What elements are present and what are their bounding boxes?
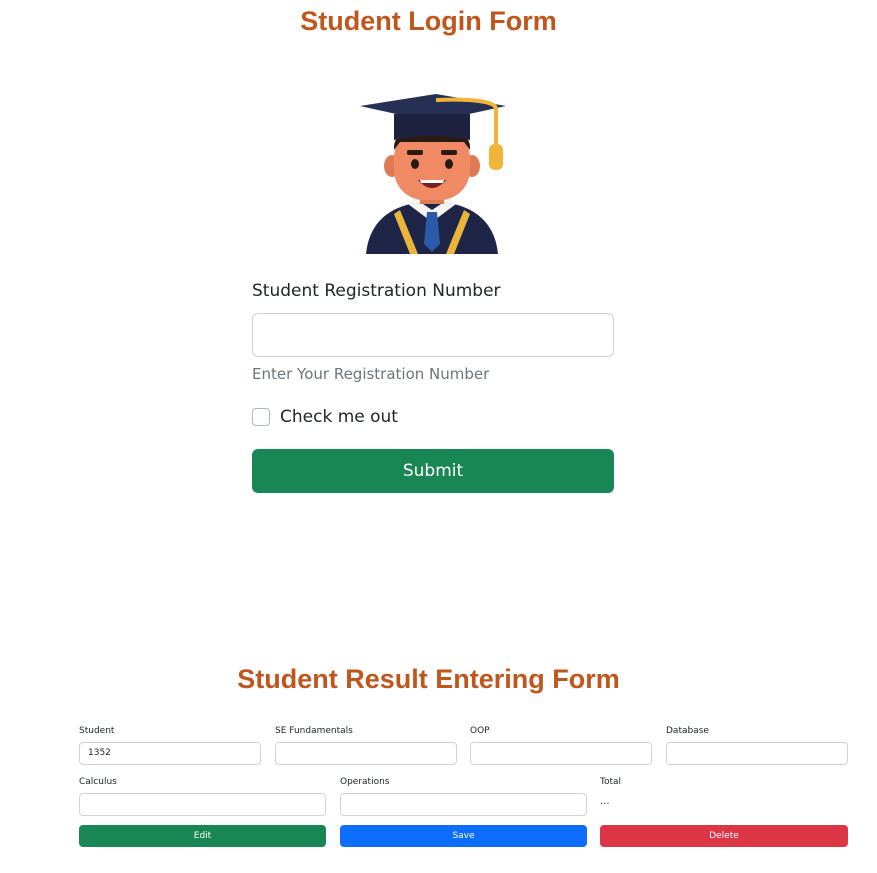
registration-number-input[interactable] xyxy=(252,313,614,357)
graduate-avatar-icon xyxy=(352,94,512,254)
registration-number-label: Student Registration Number xyxy=(252,281,501,301)
se-fundamentals-label: SE Fundamentals xyxy=(275,726,353,736)
database-label: Database xyxy=(666,726,709,736)
database-input[interactable] xyxy=(666,742,848,765)
edit-button[interactable]: Edit xyxy=(79,825,326,847)
calculus-input[interactable] xyxy=(79,793,326,816)
total-label: Total xyxy=(600,777,622,787)
check-me-out-label: Check me out xyxy=(280,407,398,427)
submit-button[interactable]: Submit xyxy=(252,449,614,493)
total-value: ... xyxy=(600,796,610,807)
registration-number-help-text: Enter Your Registration Number xyxy=(252,365,490,383)
check-me-out-checkbox[interactable] xyxy=(252,408,270,426)
result-form-title: Student Result Entering Form xyxy=(237,664,620,694)
operations-input[interactable] xyxy=(340,793,587,816)
student-input[interactable]: 1352 xyxy=(79,742,261,765)
student-label: Student xyxy=(79,726,115,736)
calculus-label: Calculus xyxy=(79,777,117,787)
operations-label: Operations xyxy=(340,777,390,787)
save-button[interactable]: Save xyxy=(340,825,587,847)
delete-button[interactable]: Delete xyxy=(600,825,848,847)
login-form-title: Student Login Form xyxy=(300,6,557,36)
oop-input[interactable] xyxy=(470,742,652,765)
oop-label: OOP xyxy=(470,726,490,736)
se-fundamentals-input[interactable] xyxy=(275,742,457,765)
